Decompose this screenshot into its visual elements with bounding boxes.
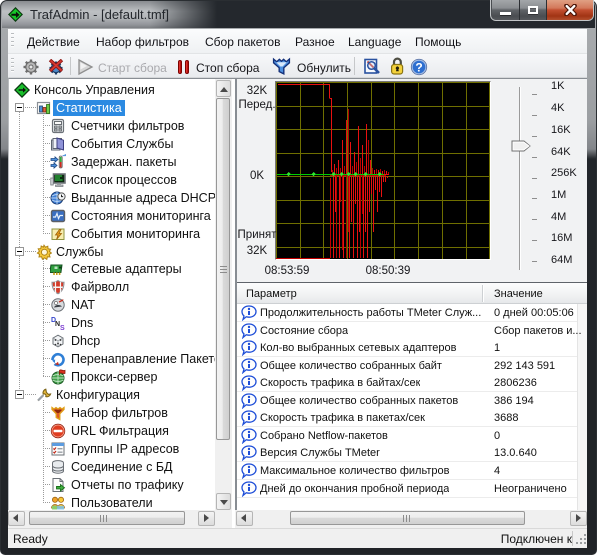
svg-text:S: S bbox=[60, 325, 65, 331]
svg-text:?: ? bbox=[415, 60, 422, 74]
